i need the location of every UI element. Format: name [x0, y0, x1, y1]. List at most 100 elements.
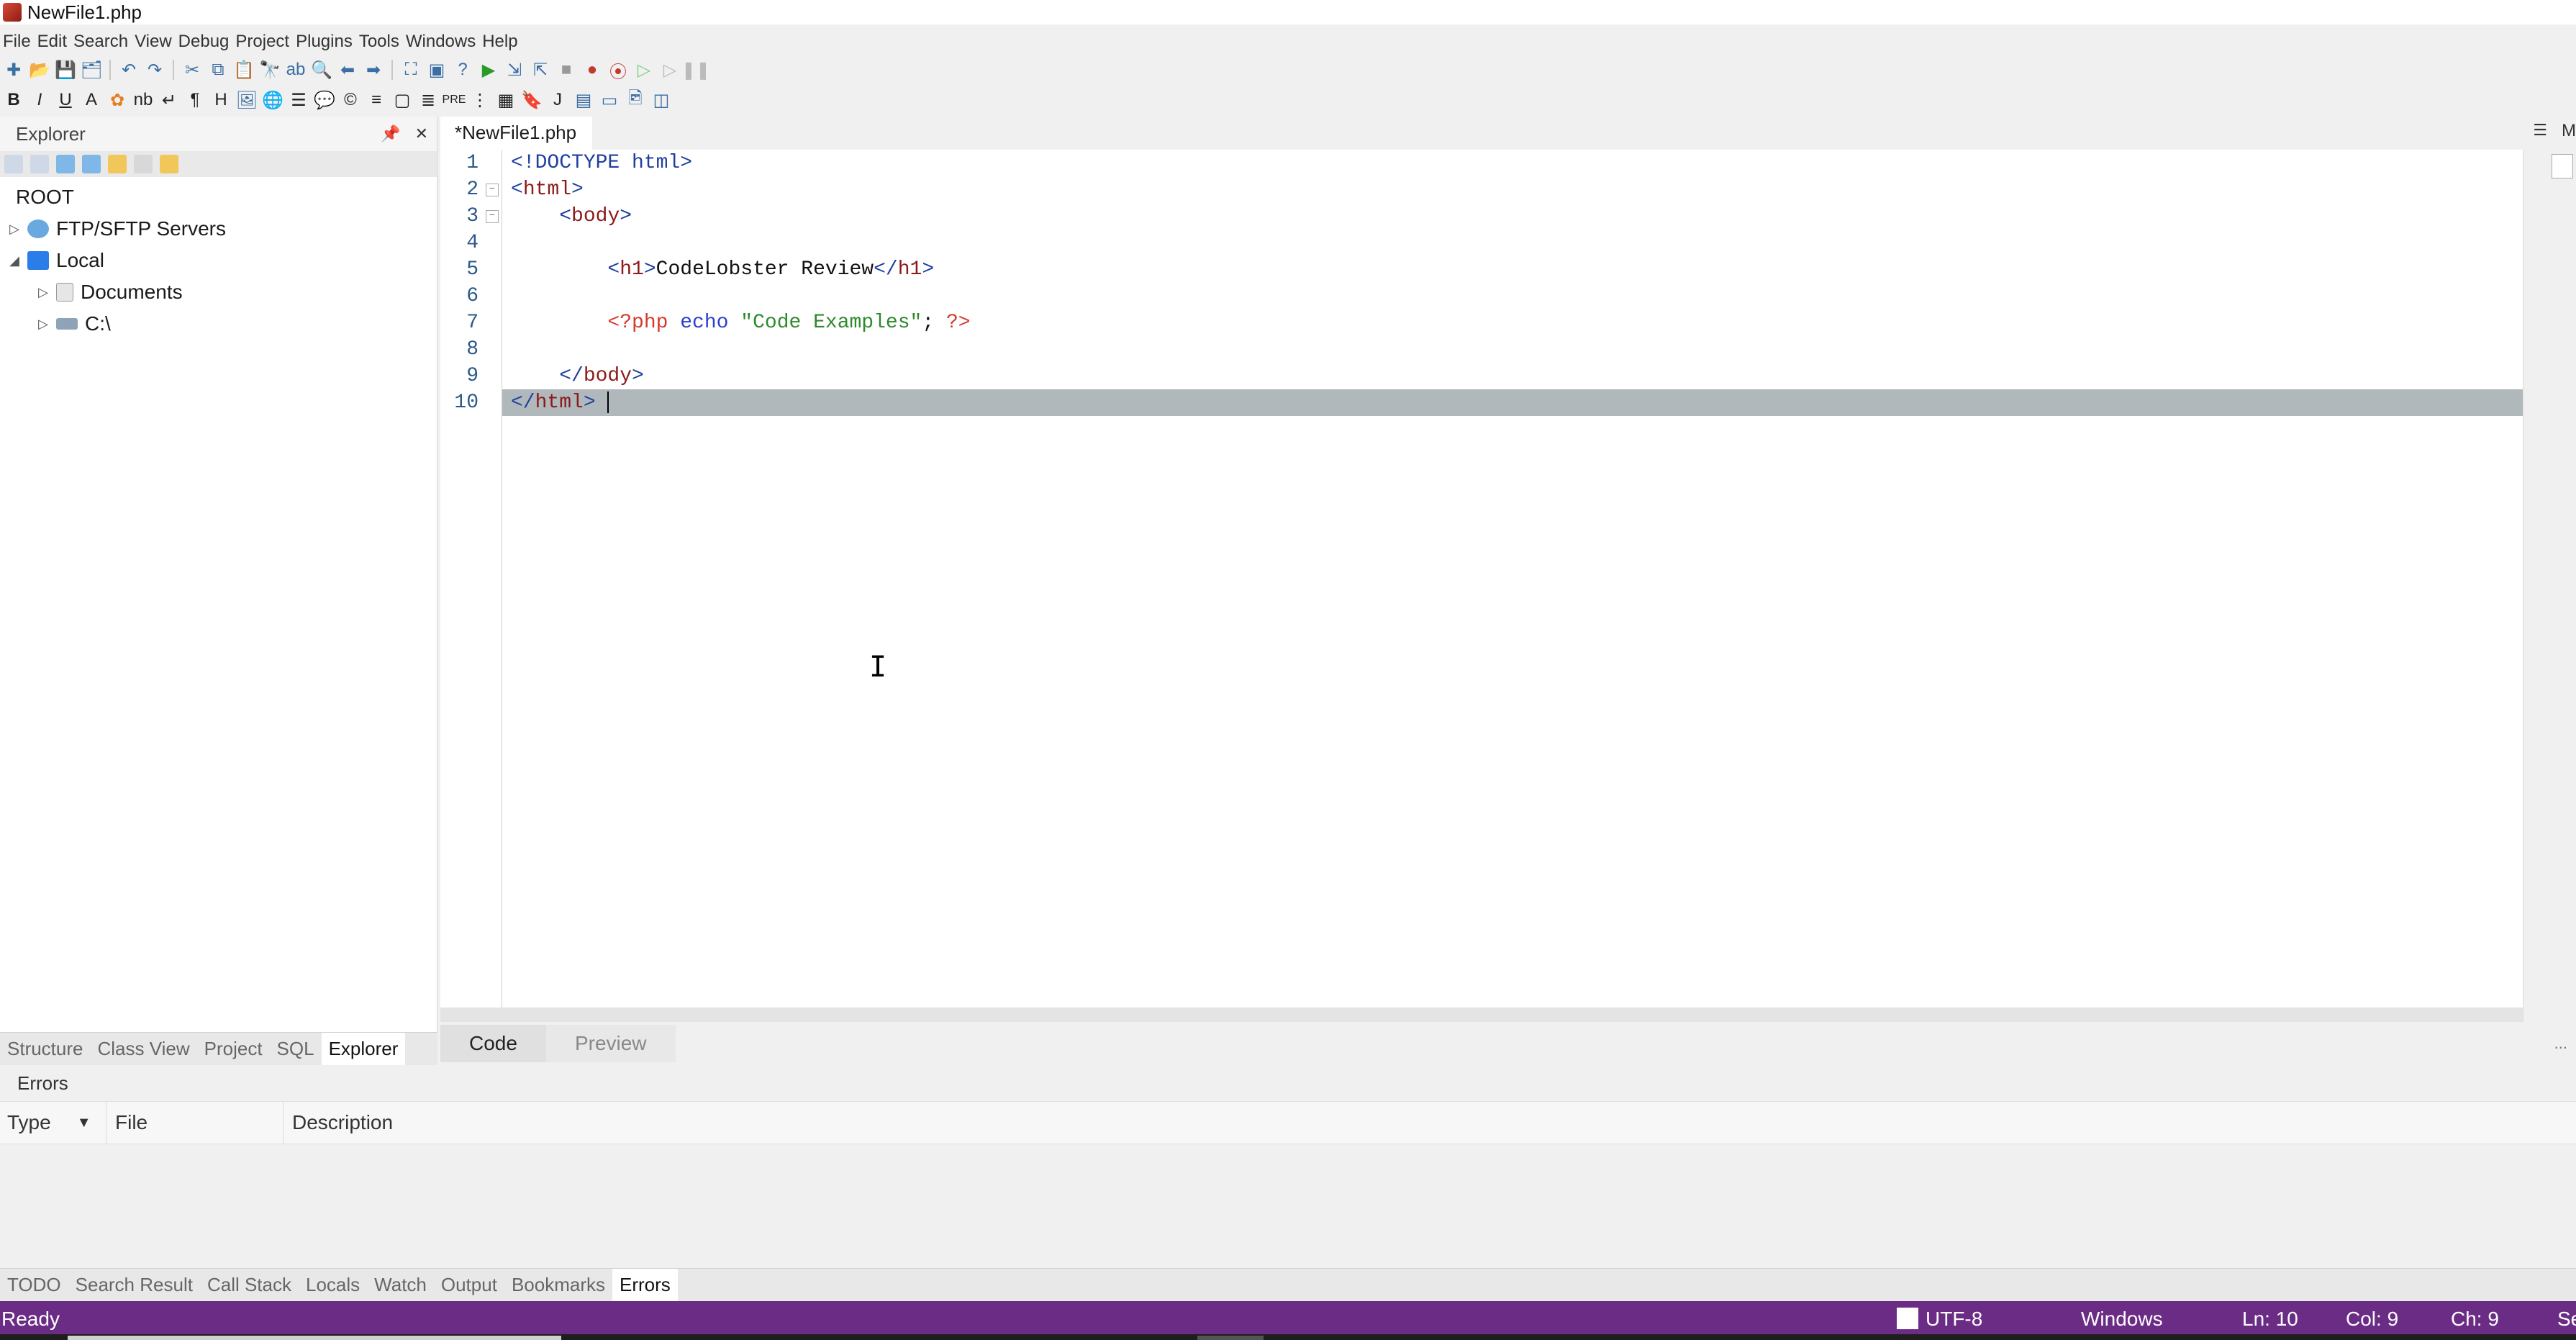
save-icon[interactable]: 💾: [55, 59, 76, 81]
cut-icon[interactable]: ✂: [181, 59, 203, 81]
menu-search[interactable]: Search: [73, 32, 135, 52]
tab-class-view[interactable]: Class View: [91, 1033, 197, 1066]
clear-breakpoints-icon[interactable]: ⦿: [607, 59, 629, 82]
align-icon[interactable]: ≡: [366, 89, 387, 111]
menu-tools[interactable]: Tools: [359, 32, 406, 52]
continue-icon[interactable]: ▷: [633, 59, 655, 81]
tab-preview[interactable]: Preview: [545, 1025, 676, 1062]
menu-debug[interactable]: Debug: [178, 32, 236, 52]
tree-view-icon[interactable]: [160, 155, 178, 173]
settings-icon[interactable]: [82, 155, 101, 173]
tab-list-menu-icon[interactable]: ☰: [2533, 121, 2547, 140]
tab-output[interactable]: Output: [434, 1269, 504, 1302]
menu-view[interactable]: View: [135, 32, 178, 52]
collapse-icon[interactable]: [134, 155, 153, 173]
div-icon[interactable]: ▢: [391, 89, 413, 111]
layout-icon[interactable]: ◫: [650, 89, 672, 111]
expand-arrow-icon[interactable]: ▷: [35, 317, 52, 332]
tab-locals[interactable]: Locals: [299, 1269, 367, 1302]
window-icon[interactable]: ▣: [426, 59, 448, 81]
side-panel-label[interactable]: M: [2562, 121, 2576, 141]
breakpoint-icon[interactable]: ●: [581, 59, 603, 81]
tree-root[interactable]: ROOT: [0, 181, 437, 213]
tab-structure[interactable]: Structure: [0, 1033, 91, 1066]
comment-icon[interactable]: 💬: [314, 89, 335, 111]
more-options-icon[interactable]: ...: [2554, 1034, 2567, 1053]
tree-item-c-drive[interactable]: ▷ C:\: [0, 308, 437, 340]
fullscreen-icon[interactable]: ⛶: [400, 59, 422, 81]
nbsp-icon[interactable]: nb: [132, 89, 154, 111]
new-folder-icon[interactable]: [108, 155, 127, 173]
vertical-scrollbar[interactable]: [2523, 150, 2547, 1022]
globe-link-icon[interactable]: 🌐: [262, 89, 284, 111]
find-in-files-icon[interactable]: 🔍: [311, 59, 332, 81]
menu-project[interactable]: Project: [235, 32, 296, 52]
minimap[interactable]: [2547, 150, 2576, 1022]
js-icon[interactable]: J: [547, 89, 568, 111]
menu-windows[interactable]: Windows: [406, 32, 482, 52]
pin-icon[interactable]: 📌: [381, 125, 400, 143]
tree-item-documents[interactable]: ▷ Documents: [0, 276, 437, 308]
copy-icon[interactable]: ⧉: [207, 59, 229, 81]
tab-errors[interactable]: Errors: [612, 1268, 678, 1302]
code-text[interactable]: <!DOCTYPE html> <html> <body> <h1>CodeLo…: [502, 150, 2524, 1008]
collapse-arrow-icon[interactable]: ◢: [6, 253, 23, 268]
sort-down-icon[interactable]: ▼: [77, 1115, 91, 1131]
sort-desc-icon[interactable]: [30, 155, 49, 173]
expand-arrow-icon[interactable]: ▷: [6, 222, 23, 237]
status-line-ending[interactable]: Windows: [2081, 1308, 2163, 1331]
tab-todo[interactable]: TODO: [0, 1269, 68, 1302]
pause-icon[interactable]: ❚❚: [681, 59, 710, 81]
new-file-icon[interactable]: ✚: [3, 59, 24, 81]
tab-code[interactable]: Code: [440, 1025, 546, 1062]
underline-icon[interactable]: U: [55, 89, 76, 111]
tab-explorer[interactable]: Explorer: [321, 1032, 406, 1066]
refresh-icon[interactable]: [56, 155, 75, 173]
sort-asc-icon[interactable]: [4, 155, 23, 173]
italic-icon[interactable]: I: [29, 89, 50, 111]
hr-icon[interactable]: ☰: [288, 89, 309, 111]
forward-icon[interactable]: ➡: [363, 59, 384, 81]
font-icon[interactable]: A: [81, 89, 102, 111]
column-description[interactable]: Description: [284, 1101, 2576, 1144]
undo-icon[interactable]: ↶: [118, 59, 140, 81]
tree-item-ftp[interactable]: ▷ FTP/SFTP Servers: [0, 213, 437, 245]
tab-project[interactable]: Project: [197, 1033, 270, 1066]
column-type[interactable]: Type ▼: [0, 1101, 106, 1144]
redo-icon[interactable]: ↷: [144, 59, 165, 81]
line-break-icon[interactable]: ↵: [158, 89, 180, 111]
code-editor[interactable]: 1 2− 3− 4 5 6 7 8 9 10 <!DOCTYPE html> <…: [440, 150, 2524, 1008]
form-icon[interactable]: ▤: [573, 89, 594, 111]
copyright-icon[interactable]: ©: [340, 89, 361, 111]
close-icon[interactable]: ✕: [415, 125, 428, 143]
tab-sql[interactable]: SQL: [270, 1033, 322, 1066]
horizontal-scrollbar[interactable]: [440, 1008, 2524, 1022]
image-icon[interactable]: 🖼: [236, 89, 258, 111]
menu-edit[interactable]: Edit: [37, 32, 73, 52]
encoding-checkbox[interactable]: [1897, 1308, 1918, 1329]
menu-help[interactable]: Help: [482, 32, 524, 52]
stop-icon[interactable]: ■: [555, 59, 577, 81]
heading-icon[interactable]: H: [210, 89, 232, 111]
back-icon[interactable]: ⬅: [337, 59, 358, 81]
menu-file[interactable]: File: [3, 32, 37, 52]
table-icon[interactable]: ▦: [495, 89, 517, 111]
menu-plugins[interactable]: Plugins: [296, 32, 359, 52]
media-icon[interactable]: 🖻: [625, 89, 646, 111]
save-all-icon[interactable]: 🗂: [81, 59, 102, 81]
step-out-icon[interactable]: ⇱: [530, 59, 551, 81]
paste-icon[interactable]: 📋: [233, 59, 255, 81]
tab-call-stack[interactable]: Call Stack: [200, 1269, 299, 1302]
open-file-icon[interactable]: 📂: [29, 59, 50, 81]
tab-watch[interactable]: Watch: [367, 1269, 434, 1302]
column-file[interactable]: File: [106, 1101, 284, 1144]
step-icon[interactable]: ▷: [659, 59, 681, 81]
help-icon[interactable]: ?: [452, 59, 473, 81]
input-icon[interactable]: ▭: [599, 89, 620, 111]
status-encoding[interactable]: UTF-8: [1926, 1308, 1982, 1331]
tab-bookmarks[interactable]: Bookmarks: [504, 1269, 612, 1302]
tab-search-result[interactable]: Search Result: [68, 1269, 200, 1302]
run-icon[interactable]: ▶: [478, 59, 499, 81]
file-tab[interactable]: *NewFile1.php: [440, 117, 593, 150]
pre-icon[interactable]: PRE: [443, 89, 466, 111]
